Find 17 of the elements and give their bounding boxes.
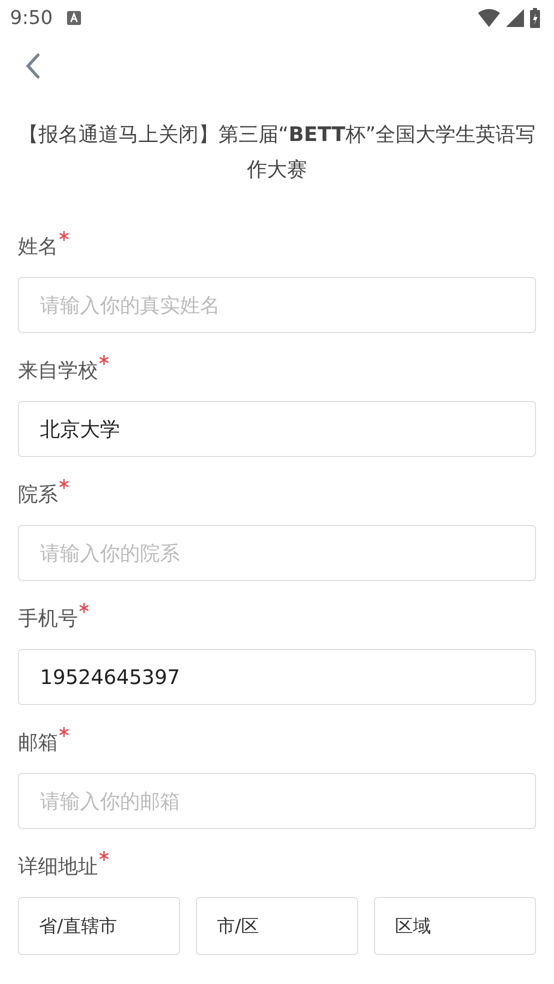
- signal-icon: [506, 9, 524, 27]
- field-label: 邮箱: [18, 727, 58, 757]
- wifi-icon: [478, 9, 500, 27]
- address-select[interactable]: 省/直辖市: [18, 897, 180, 955]
- field-label: 来自学校: [18, 355, 98, 385]
- field-label: 院系: [18, 479, 58, 509]
- keyboard-icon: [66, 11, 81, 25]
- address-select[interactable]: 市/区: [196, 897, 358, 955]
- battery-icon: [530, 8, 540, 28]
- address-select[interactable]: 区域: [374, 897, 536, 955]
- field-label: 详细地址: [18, 851, 98, 881]
- input-field[interactable]: 19524645397: [18, 649, 536, 705]
- page-title: 【报名通道马上关闭】第三届“BETT杯”全国大学生英语写作大赛: [17, 121, 537, 183]
- status-time: 9:50: [10, 7, 53, 29]
- input-field[interactable]: 北京大学: [18, 401, 536, 457]
- field-label: 手机号: [18, 603, 78, 633]
- field-label: 姓名: [18, 231, 58, 261]
